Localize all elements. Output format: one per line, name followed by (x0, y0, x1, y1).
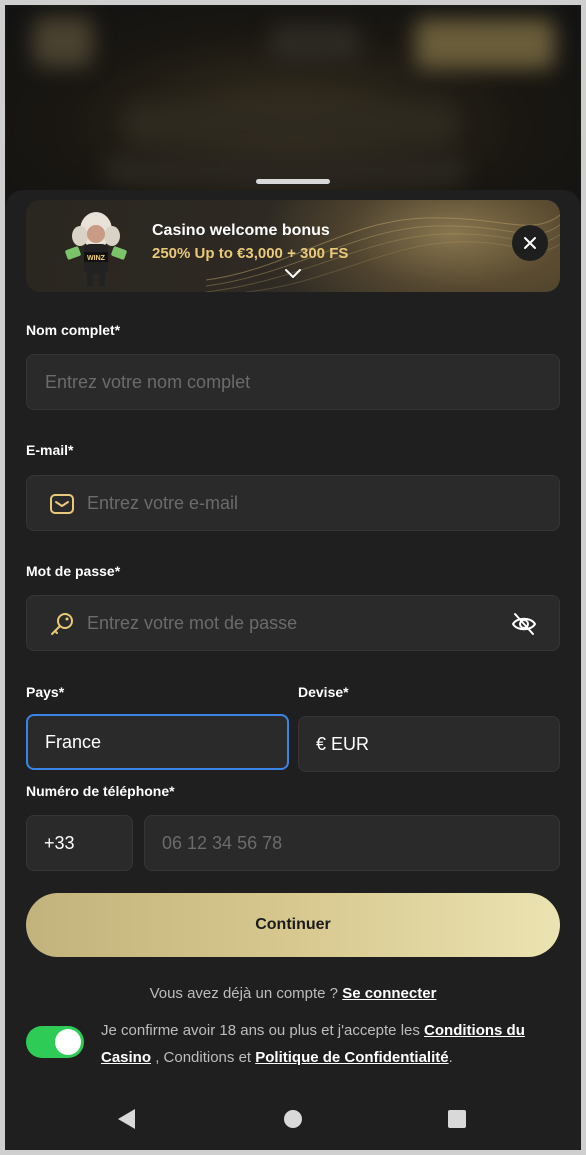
login-link[interactable]: Se connecter (342, 985, 436, 1002)
chevron-down-icon[interactable] (283, 267, 303, 281)
full-name-input[interactable]: Entrez votre nom complet (26, 354, 560, 410)
toggle-knob (55, 1029, 81, 1055)
have-account-text: Vous avez déjà un compte ? (149, 985, 339, 1002)
back-icon[interactable] (115, 1107, 137, 1131)
full-name-placeholder: Entrez votre nom complet (45, 372, 251, 392)
consent-prefix: Je confirme avoir 18 ans ou plus et j'ac… (101, 1022, 420, 1039)
currency-label: Devise* (298, 684, 349, 700)
mascot-logo-text: WINZ (87, 255, 106, 262)
privacy-link[interactable]: Politique de Confidentialité (255, 1049, 448, 1066)
currency-value: € EUR (316, 734, 370, 754)
login-prompt: Vous avez déjà un compte ? Se connecter (5, 985, 581, 1002)
password-placeholder: Entrez votre mot de passe (87, 613, 298, 633)
age-consent-toggle[interactable] (26, 1026, 84, 1058)
banner-title: Casino welcome bonus (152, 222, 330, 239)
consent-text: Je confirme avoir 18 ans ou plus et j'ac… (101, 1017, 561, 1071)
email-label: E-mail* (26, 442, 74, 458)
currency-select[interactable]: € EUR (298, 716, 560, 772)
email-placeholder: Entrez votre e-mail (87, 493, 239, 513)
email-input[interactable]: Entrez votre e-mail (26, 475, 560, 531)
welcome-bonus-banner[interactable]: WINZ Casino welcome bonus 250% Up to €3,… (26, 200, 560, 292)
mascot-image: WINZ (65, 212, 127, 286)
country-label: Pays* (26, 684, 65, 700)
system-nav-bar (5, 1095, 581, 1145)
country-select[interactable]: France (26, 714, 289, 770)
consent-middle: , Conditions et (155, 1049, 252, 1066)
banner-bonus-amount: 250% Up to €3,000 + 300 FS (152, 245, 349, 262)
phone-label: Numéro de téléphone* (26, 783, 175, 799)
password-input[interactable]: Entrez votre mot de passe (26, 595, 560, 651)
close-icon (524, 237, 536, 249)
full-name-label: Nom complet* (26, 322, 121, 338)
phone-placeholder: 06 12 34 56 78 (162, 833, 283, 853)
app-frame: WINZ Casino welcome bonus 250% Up to €3,… (5, 5, 581, 1150)
blurred-background (5, 5, 581, 205)
banner-close-button[interactable] (512, 225, 548, 261)
phone-code-value: +33 (44, 833, 75, 853)
envelope-icon (50, 494, 74, 514)
sheet-drag-handle[interactable] (256, 179, 330, 184)
key-icon (51, 613, 73, 635)
country-value: France (45, 732, 102, 752)
phone-number-input[interactable]: 06 12 34 56 78 (144, 815, 560, 871)
consent-suffix: . (448, 1049, 453, 1066)
continue-button[interactable]: Continuer (26, 893, 560, 957)
recents-icon[interactable] (446, 1107, 468, 1131)
password-label: Mot de passe* (26, 563, 121, 579)
phone-country-code[interactable]: +33 (26, 815, 133, 871)
home-icon[interactable] (282, 1107, 304, 1131)
signup-sheet: WINZ Casino welcome bonus 250% Up to €3,… (5, 190, 581, 1150)
eye-off-icon[interactable] (511, 611, 537, 637)
